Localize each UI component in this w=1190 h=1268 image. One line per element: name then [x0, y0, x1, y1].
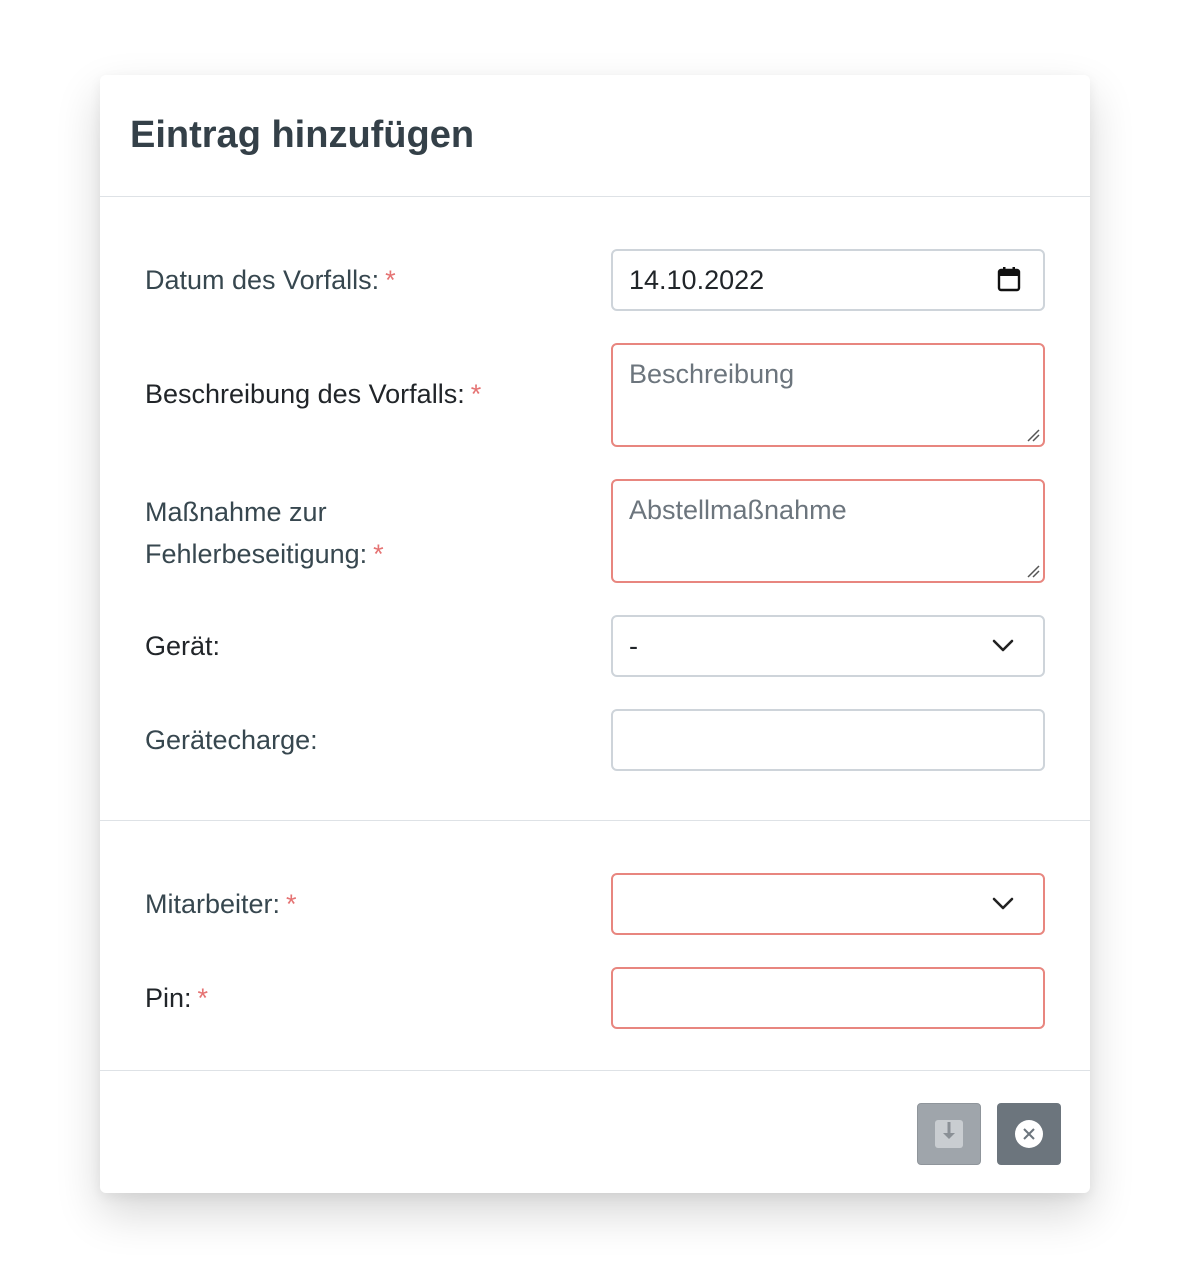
modal-footer [100, 1071, 1090, 1192]
chevron-down-icon [992, 897, 1014, 910]
pin-input[interactable] [611, 967, 1045, 1029]
measure-textarea[interactable]: Abstellmaßnahme [611, 479, 1045, 583]
signature-section: Mitarbeiter: * Pin: * [100, 821, 1090, 1071]
description-placeholder: Beschreibung [629, 359, 795, 389]
date-value: 14.10.2022 [629, 265, 765, 295]
modal-title: Eintrag hinzufügen [130, 114, 475, 156]
description-textarea[interactable]: Beschreibung [611, 343, 1045, 447]
calendar-icon[interactable] [997, 266, 1021, 292]
measure-label: Maßnahme zur Fehlerbeseitigung: * [145, 497, 384, 569]
required-mark: * [373, 539, 384, 569]
chevron-down-icon [992, 639, 1014, 652]
close-button[interactable] [997, 1103, 1061, 1165]
resize-handle-icon[interactable] [1025, 563, 1041, 579]
device-select[interactable]: - [611, 615, 1045, 677]
date-label: Datum des Vorfalls: * [145, 265, 396, 295]
save-download-icon [935, 1120, 963, 1148]
required-mark: * [286, 889, 297, 919]
footer-buttons [917, 1103, 1061, 1165]
measure-placeholder: Abstellmaßnahme [629, 495, 847, 525]
close-circle-icon [1015, 1120, 1043, 1148]
device-batch-label: Gerätecharge: [145, 725, 318, 755]
date-input[interactable]: 14.10.2022 [611, 249, 1045, 311]
device-label: Gerät: [145, 631, 221, 661]
description-label: Beschreibung des Vorfalls: * [145, 379, 482, 409]
modal-header: Eintrag hinzufügen [100, 75, 1090, 197]
employee-select[interactable] [611, 873, 1045, 935]
device-batch-input[interactable] [611, 709, 1045, 771]
add-entry-modal: Eintrag hinzufügen Datum des Vorfalls: * … [100, 75, 1090, 1193]
device-selected: - [629, 631, 638, 661]
required-mark: * [197, 983, 209, 1013]
employee-label: Mitarbeiter: * [145, 889, 297, 919]
required-mark: * [470, 379, 482, 409]
resize-handle-icon[interactable] [1025, 427, 1041, 443]
incident-section: Datum des Vorfalls: * 14.10.2022 Beschrei… [100, 197, 1090, 821]
save-button[interactable] [917, 1103, 981, 1165]
pin-label: Pin: * [145, 983, 209, 1013]
required-mark: * [385, 265, 396, 295]
